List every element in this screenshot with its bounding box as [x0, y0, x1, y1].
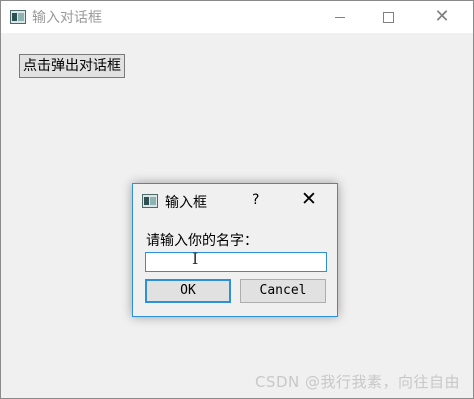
maximize-button[interactable]	[365, 1, 411, 33]
dialog-close-icon[interactable]: ✕	[301, 189, 317, 209]
watermark: CSDN @我行我素，向往自由	[254, 373, 460, 391]
dialog-title: 输入框	[165, 195, 207, 211]
help-icon[interactable]: ?	[252, 192, 259, 208]
minimize-icon	[335, 16, 345, 18]
ok-button[interactable]: OK	[145, 279, 231, 303]
name-prompt-label: 请输入你的名字：	[146, 233, 258, 249]
input-dialog: 输入框 ? ✕ 请输入你的名字： I OK Cancel	[132, 183, 338, 317]
app-icon	[10, 10, 26, 24]
name-input[interactable]	[145, 252, 327, 272]
main-window-title: 输入对话框	[32, 10, 102, 26]
open-dialog-button[interactable]: 点击弹出对话框	[19, 54, 125, 78]
main-titlebar[interactable]: 输入对话框 ✕	[1, 1, 473, 33]
minimize-button[interactable]	[317, 1, 363, 33]
dialog-app-icon	[142, 194, 158, 208]
maximize-icon	[382, 11, 394, 23]
close-button[interactable]: ✕	[419, 1, 465, 33]
text-cursor-icon: I	[192, 249, 199, 268]
close-icon: ✕	[434, 6, 450, 27]
cancel-button[interactable]: Cancel	[240, 279, 326, 303]
